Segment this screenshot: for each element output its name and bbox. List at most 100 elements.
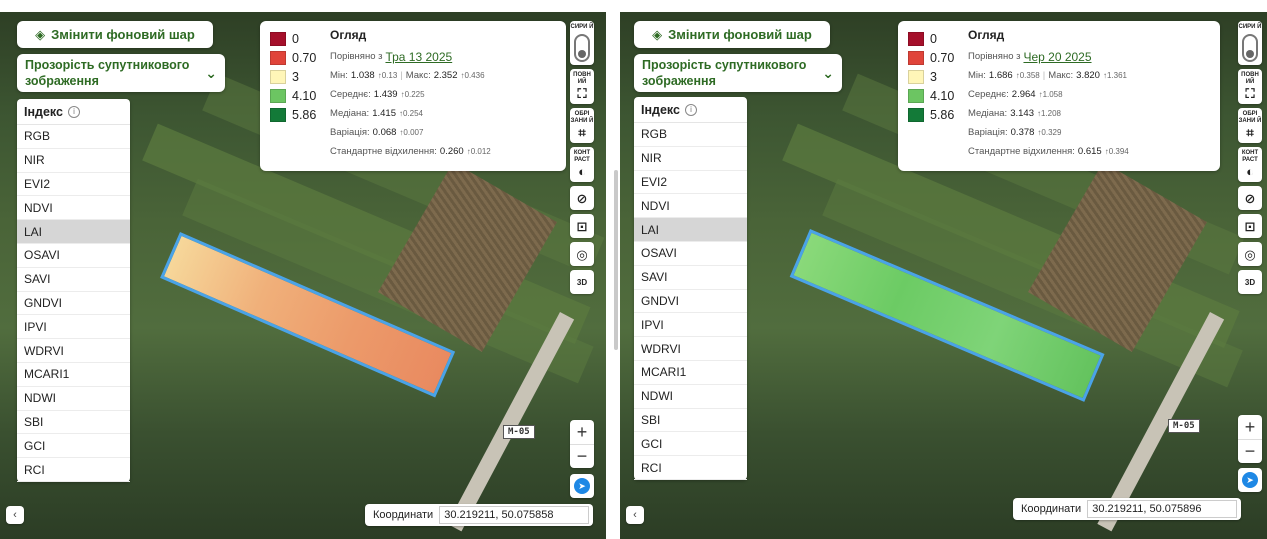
index-item-rci[interactable]: RCI <box>634 456 747 480</box>
index-item-lai[interactable]: LAI <box>634 218 747 242</box>
fullscreen-button[interactable]: ПОВН ИЙ ⛶ <box>1238 69 1262 104</box>
3d-button[interactable]: 3D <box>1238 270 1262 294</box>
index-item-wdrvi[interactable]: WDRVI <box>17 339 130 363</box>
locate-button[interactable]: ◎ <box>1238 242 1262 266</box>
focus-button[interactable]: ⊡ <box>570 214 594 238</box>
index-item-rci[interactable]: RCI <box>17 458 130 482</box>
separator: | <box>1042 70 1046 81</box>
index-item-nir[interactable]: NIR <box>17 149 130 173</box>
index-item-gndvi[interactable]: GNDVI <box>634 290 747 314</box>
zoom-in-button[interactable]: + <box>1238 415 1262 439</box>
crop-button[interactable]: ОБРІ ЗАНИ Й ⌗ <box>570 108 594 143</box>
coordinates-label: Координати <box>373 509 434 521</box>
fullscreen-button[interactable]: ПОВН ИЙ ⛶ <box>570 69 594 104</box>
index-item-sbi[interactable]: SBI <box>634 409 747 433</box>
layers-icon: ◈ <box>35 26 46 42</box>
collapse-button[interactable]: ‹ <box>6 506 24 524</box>
contrast-button[interactable]: КОНТ РАСТ ◐ <box>570 147 594 182</box>
eye-off-icon: ⊘ <box>576 190 588 206</box>
compared-date-link[interactable]: Тра 13 2025 <box>385 50 452 64</box>
index-item-ipvi[interactable]: IPVI <box>634 313 747 338</box>
coordinates-input[interactable] <box>1087 500 1238 518</box>
hide-layer-button[interactable]: ⊘ <box>570 186 594 210</box>
raw-toggle[interactable]: СИРИ Й <box>570 21 594 65</box>
median-label: Медіана: <box>330 108 370 119</box>
contrast-label: КОНТ РАСТ <box>1241 150 1259 163</box>
index-item-sbi[interactable]: SBI <box>17 411 130 435</box>
index-item-lai[interactable]: LAI <box>17 220 130 244</box>
legend: 0 0.70 3 4.10 5.86 <box>908 29 968 124</box>
index-item-rgb[interactable]: RGB <box>634 123 747 147</box>
index-item-ndvi[interactable]: NDVI <box>634 194 747 219</box>
min-label: Мін: <box>968 70 986 81</box>
index-item-evi2[interactable]: EVI2 <box>634 171 747 195</box>
median-value: 1.415 <box>372 108 396 119</box>
coordinates-label: Координати <box>1021 503 1082 515</box>
index-item-osavi[interactable]: OSAVI <box>17 244 130 268</box>
max-delta: ↑1.361 <box>1102 71 1127 80</box>
zoom-control: + − <box>1238 415 1262 463</box>
variance-value: 0.068 <box>372 127 397 138</box>
mean-value: 2.964 <box>1011 89 1036 100</box>
zoom-out-button[interactable]: − <box>570 444 594 468</box>
index-item-savi[interactable]: SAVI <box>17 268 130 292</box>
right-toolbar: СИРИ Й ПОВН ИЙ ⛶ ОБРІ ЗАНИ Й ⌗ КОНТ РАСТ… <box>1238 21 1262 294</box>
info-icon[interactable]: i <box>684 103 697 116</box>
compared-prefix: Порівняно з <box>330 51 383 62</box>
crop-button[interactable]: ОБРІ ЗАНИ Й ⌗ <box>1238 108 1262 143</box>
zoom-in-button[interactable]: + <box>570 420 594 444</box>
contrast-button[interactable]: КОНТ РАСТ ◐ <box>1238 147 1262 182</box>
index-item-ndwi[interactable]: NDWI <box>17 387 130 411</box>
overview: Огляд Порівняно з Чер 20 2025 Мін: 1.686… <box>968 28 1212 161</box>
toggle-switch-icon[interactable] <box>574 34 590 62</box>
index-item-evi2[interactable]: EVI2 <box>17 173 130 197</box>
legend-swatch <box>908 50 924 65</box>
legend-value: 5.86 <box>930 107 955 122</box>
legend-swatch <box>908 69 924 84</box>
hide-layer-button[interactable]: ⊘ <box>1238 186 1262 210</box>
zoom-out-button[interactable]: − <box>1238 439 1262 463</box>
crop-label: ОБРІ ЗАНИ Й <box>1238 111 1262 124</box>
compass-button[interactable]: ➤ <box>570 474 594 498</box>
info-icon[interactable]: i <box>67 105 80 118</box>
legend-value: 0 <box>292 31 299 46</box>
satellite-opacity-label: Прозорість супутникового зображення <box>642 58 807 88</box>
locate-icon: ◎ <box>1244 246 1256 262</box>
index-item-nir[interactable]: NIR <box>634 147 747 171</box>
index-item-gci[interactable]: GCI <box>634 432 747 457</box>
index-item-wdrvi[interactable]: WDRVI <box>634 337 747 361</box>
toggle-switch-icon[interactable] <box>1242 34 1258 62</box>
index-item-mcari1[interactable]: MCARI1 <box>17 363 130 387</box>
legend-row: 5.86 <box>908 105 968 124</box>
map-panel-right: M-05 ◈ Змінити фоновий шар Прозорість су… <box>620 12 1267 539</box>
index-item-mcari1[interactable]: MCARI1 <box>634 361 747 385</box>
mean-value: 1.439 <box>373 89 398 100</box>
index-item-ndvi[interactable]: NDVI <box>17 196 130 221</box>
legend-value: 3 <box>292 69 299 84</box>
satellite-opacity-dropdown[interactable]: Прозорість супутникового зображення ⌄ <box>634 54 842 92</box>
eye-off-icon: ⊘ <box>1244 190 1256 206</box>
compared-date-link[interactable]: Чер 20 2025 <box>1023 50 1091 64</box>
legend-value: 4.10 <box>292 88 317 103</box>
compass-button[interactable]: ➤ <box>1238 468 1262 492</box>
change-base-layer-button[interactable]: ◈ Змінити фоновий шар <box>634 21 830 48</box>
legend-value: 3 <box>930 69 937 84</box>
index-item-gci[interactable]: GCI <box>17 434 130 459</box>
index-item-ndwi[interactable]: NDWI <box>634 385 747 409</box>
scrollbar[interactable] <box>614 170 618 350</box>
index-item-gndvi[interactable]: GNDVI <box>17 292 130 316</box>
3d-button[interactable]: 3D <box>570 270 594 294</box>
focus-button[interactable]: ⊡ <box>1238 214 1262 238</box>
collapse-button[interactable]: ‹ <box>626 506 644 524</box>
raw-toggle[interactable]: СИРИ Й <box>1238 21 1262 65</box>
coordinates-input[interactable] <box>439 506 590 524</box>
change-base-layer-button[interactable]: ◈ Змінити фоновий шар <box>17 21 213 48</box>
locate-button[interactable]: ◎ <box>570 242 594 266</box>
index-item-savi[interactable]: SAVI <box>634 266 747 290</box>
map-panel-left: M-05 ◈ Змінити фоновий шар Прозорість су… <box>0 12 606 539</box>
index-item-rgb[interactable]: RGB <box>17 125 130 149</box>
index-item-ipvi[interactable]: IPVI <box>17 315 130 340</box>
std-value: 0.615 <box>1077 146 1102 157</box>
index-item-osavi[interactable]: OSAVI <box>634 242 747 266</box>
satellite-opacity-dropdown[interactable]: Прозорість супутникового зображення ⌄ <box>17 54 225 92</box>
